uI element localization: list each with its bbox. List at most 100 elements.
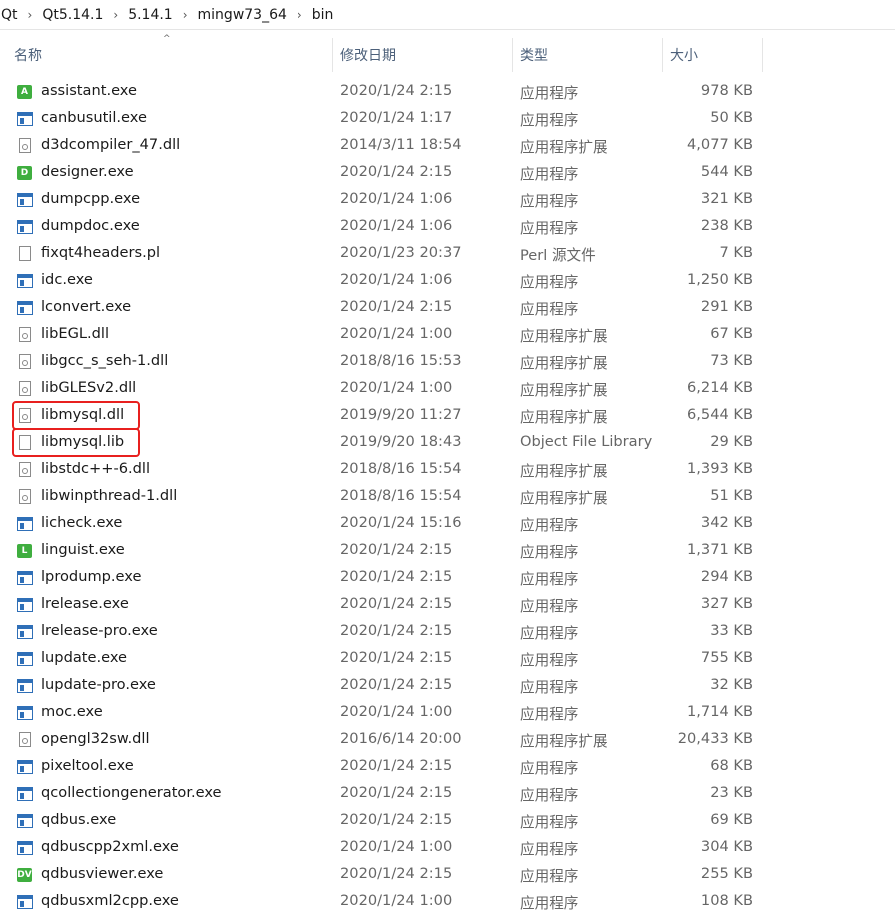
file-type: 应用程序: [520, 625, 579, 642]
file-row[interactable]: lprodump.exe 2020/1/24 2:15 应用程序 294 KB: [0, 565, 895, 592]
breadcrumb-item[interactable]: 5.14.1: [125, 7, 176, 23]
file-row[interactable]: Ddesigner.exe 2020/1/24 2:15 应用程序 544 KB: [0, 160, 895, 187]
file-row[interactable]: dumpcpp.exe 2020/1/24 1:06 应用程序 321 KB: [0, 187, 895, 214]
file-row[interactable]: DV qdbusviewer.exe 2020/1/24 2:15 应用程序 255 K…: [0, 862, 895, 889]
breadcrumb-item[interactable]: Qt5.14.1: [39, 7, 106, 23]
file-row[interactable]: licheck.exe 2020/1/24 15:16 应用程序 342 KB: [0, 511, 895, 538]
file-row[interactable]: libGLESv2.dll 2020/1/24 1:00 应用程序扩展 6,214 K…: [0, 376, 895, 403]
dbusviewer-app-icon: DV: [17, 868, 32, 882]
file-row[interactable]: lrelease.exe 2020/1/24 2:15 应用程序 327 KB: [0, 592, 895, 619]
chevron-right-icon[interactable]: ›: [290, 8, 309, 22]
file-type: 应用程序扩展: [520, 733, 608, 750]
file-size: 755 KB: [700, 649, 753, 666]
file-row[interactable]: qcollectiongenerator.exe 2020/1/24 2:15 应用…: [0, 781, 895, 808]
file-size: 4,077 KB: [687, 136, 753, 153]
exe-icon: [17, 219, 33, 235]
file-row[interactable]: moc.exe 2020/1/24 1:00 应用程序 1,714 KB: [0, 700, 895, 727]
file-size: 294 KB: [700, 568, 753, 585]
file-date: 2020/1/23 20:37: [340, 244, 462, 261]
file-row[interactable]: idc.exe 2020/1/24 1:06 应用程序 1,250 KB: [0, 268, 895, 295]
file-row[interactable]: lconvert.exe 2020/1/24 2:15 应用程序 291 KB: [0, 295, 895, 322]
file-row[interactable]: dumpdoc.exe 2020/1/24 1:06 应用程序 238 KB: [0, 214, 895, 241]
file-row[interactable]: canbusutil.exe 2020/1/24 1:17 应用程序 50 KB: [0, 106, 895, 133]
file-size: 291 KB: [700, 298, 753, 315]
column-type-header[interactable]: 类型: [514, 38, 662, 72]
highlight-box: [12, 428, 140, 457]
file-row[interactable]: Aassistant.exe 2020/1/24 2:15 应用程序 978 KB: [0, 79, 895, 106]
file-date: 2020/1/24 1:06: [340, 271, 453, 288]
column-size-header[interactable]: 大小: [664, 38, 762, 72]
dll-icon: [17, 354, 33, 370]
file-name: qcollectiongenerator.exe: [41, 784, 222, 801]
file-size: 108 KB: [700, 892, 753, 909]
column-divider[interactable]: [512, 38, 513, 72]
column-divider[interactable]: [332, 38, 333, 72]
column-date-header[interactable]: 修改日期: [334, 38, 512, 72]
file-row[interactable]: opengl32sw.dll 2016/6/14 20:00 应用程序扩展 20,43…: [0, 727, 895, 754]
file-date: 2020/1/24 1:00: [340, 379, 453, 396]
file-date: 2020/1/24 2:15: [340, 784, 453, 801]
breadcrumb: Qt › Qt5.14.1 › 5.14.1 › mingw73_64 › bin: [0, 0, 895, 30]
file-size: 321 KB: [700, 190, 753, 207]
file-row[interactable]: libgcc_s_seh-1.dll 2018/8/16 15:53 应用程序扩展 7…: [0, 349, 895, 376]
file-date: 2020/1/24 1:00: [340, 325, 453, 342]
breadcrumb-item[interactable]: bin: [309, 7, 337, 23]
file-size: 238 KB: [700, 217, 753, 234]
file-type: 应用程序: [520, 274, 579, 291]
file-row[interactable]: qdbus.exe 2020/1/24 2:15 应用程序 69 KB: [0, 808, 895, 835]
file-type: 应用程序: [520, 112, 579, 129]
column-divider[interactable]: [662, 38, 663, 72]
column-divider[interactable]: [762, 38, 763, 72]
file-name: canbusutil.exe: [41, 109, 147, 126]
file-row[interactable]: d3dcompiler_47.dll 2014/3/11 18:54 应用程序扩展 4…: [0, 133, 895, 160]
breadcrumb-item[interactable]: mingw73_64: [195, 7, 290, 23]
file-name: qdbusviewer.exe: [41, 865, 164, 882]
file-row[interactable]: fixqt4headers.pl 2020/1/23 20:37 Perl 源文件 7…: [0, 241, 895, 268]
file-row[interactable]: pixeltool.exe 2020/1/24 2:15 应用程序 68 KB: [0, 754, 895, 781]
file-type: 应用程序: [520, 814, 579, 831]
file-row[interactable]: libstdc++-6.dll 2018/8/16 15:54 应用程序扩展 1,39…: [0, 457, 895, 484]
file-type: 应用程序: [520, 598, 579, 615]
file-type: 应用程序扩展: [520, 490, 608, 507]
file-name: opengl32sw.dll: [41, 730, 150, 747]
file-row[interactable]: lupdate-pro.exe 2020/1/24 2:15 应用程序 32 KB: [0, 673, 895, 700]
file-date: 2020/1/24 2:15: [340, 649, 453, 666]
chevron-right-icon[interactable]: ›: [106, 8, 125, 22]
file-name: libGLESv2.dll: [41, 379, 137, 396]
chevron-right-icon[interactable]: ›: [21, 8, 40, 22]
dll-icon: [17, 327, 33, 343]
file-row[interactable]: lrelease-pro.exe 2020/1/24 2:15 应用程序 33 KB: [0, 619, 895, 646]
file-size: 7 KB: [719, 244, 753, 261]
file-date: 2020/1/24 1:00: [340, 703, 453, 720]
file-date: 2018/8/16 15:53: [340, 352, 462, 369]
column-name-header[interactable]: 名称: [8, 38, 332, 72]
dll-icon: [17, 489, 33, 505]
file-type: 应用程序: [520, 895, 579, 912]
file-row[interactable]: qdbuscpp2xml.exe 2020/1/24 1:00 应用程序 304 KB: [0, 835, 895, 862]
file-type: 应用程序扩展: [520, 355, 608, 372]
exe-icon: [17, 678, 33, 694]
file-name: lrelease-pro.exe: [41, 622, 158, 639]
file-row[interactable]: libwinpthread-1.dll 2018/8/16 15:54 应用程序扩展…: [0, 484, 895, 511]
file-date: 2020/1/24 2:15: [340, 676, 453, 693]
designer-app-icon: D: [17, 165, 33, 181]
file-type: Perl 源文件: [520, 247, 596, 264]
file-size: 342 KB: [700, 514, 753, 531]
exe-icon: [17, 111, 33, 127]
file-date: 2020/1/24 2:15: [340, 568, 453, 585]
file-row[interactable]: Llinguist.exe 2020/1/24 2:15 应用程序 1,371 KB: [0, 538, 895, 565]
file-type: 应用程序: [520, 193, 579, 210]
breadcrumb-item[interactable]: Qt: [0, 7, 21, 23]
file-size: 33 KB: [710, 622, 753, 639]
file-row[interactable]: libEGL.dll 2020/1/24 1:00 应用程序扩展 67 KB: [0, 322, 895, 349]
exe-icon: [17, 840, 33, 856]
file-name: libwinpthread-1.dll: [41, 487, 178, 504]
file-date: 2020/1/24 2:15: [340, 622, 453, 639]
file-type: 应用程序: [520, 679, 579, 696]
file-row[interactable]: lupdate.exe 2020/1/24 2:15 应用程序 755 KB: [0, 646, 895, 673]
file-row[interactable]: qdbusxml2cpp.exe 2020/1/24 1:00 应用程序 108 KB: [0, 889, 895, 916]
exe-icon: [17, 570, 33, 586]
file-type: 应用程序: [520, 544, 579, 561]
chevron-right-icon[interactable]: ›: [176, 8, 195, 22]
file-size: 50 KB: [710, 109, 753, 126]
